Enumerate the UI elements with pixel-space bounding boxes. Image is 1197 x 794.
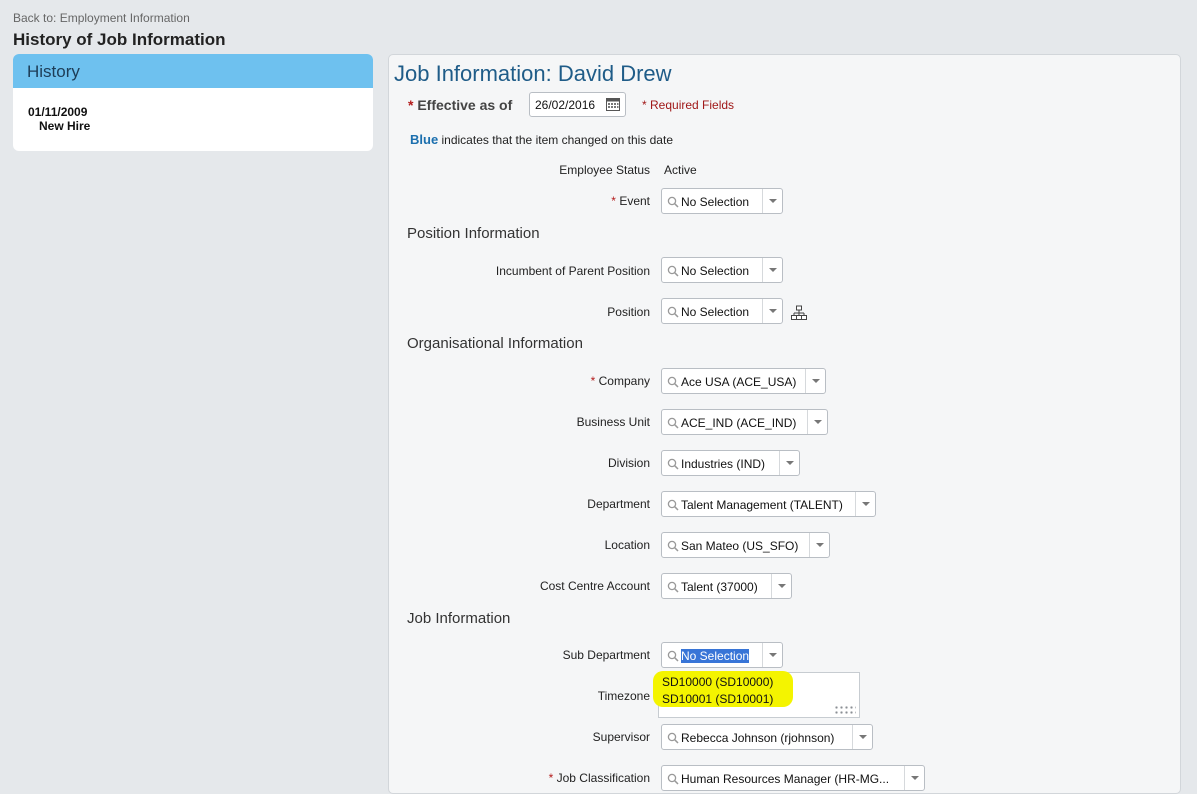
chevron-down-icon[interactable] (762, 189, 782, 213)
effective-date-field[interactable]: 26/02/2016 (529, 92, 626, 117)
event-label: * Event (611, 194, 650, 208)
cost-centre-select[interactable]: Talent (37000) (661, 573, 792, 599)
cost-centre-value: Talent (37000) (681, 580, 758, 594)
org-chart-icon[interactable] (791, 305, 807, 321)
employee-status-value: Active (664, 163, 697, 177)
search-icon (667, 773, 679, 785)
chevron-down-icon[interactable] (807, 410, 827, 434)
division-value: Industries (IND) (681, 457, 766, 471)
search-icon (667, 196, 679, 208)
cost-centre-label: Cost Centre Account (539, 579, 650, 593)
search-icon (667, 306, 679, 318)
sub-department-label: Sub Department (562, 648, 650, 662)
search-icon (667, 581, 679, 593)
incumbent-parent-position-value: No Selection (681, 264, 750, 278)
job-classification-value: Human Resources Manager (HR-MG... (681, 772, 890, 786)
chevron-down-icon[interactable] (904, 766, 924, 790)
chevron-down-icon[interactable] (762, 258, 782, 282)
search-icon (667, 540, 679, 552)
job-information-form: Job Information: David Drew * Effective … (388, 54, 1181, 794)
search-icon (667, 417, 679, 429)
required-fields-note: * Required Fields (642, 98, 735, 112)
event-select[interactable]: No Selection (661, 188, 783, 214)
company-label: * Company (590, 374, 650, 388)
change-indicator-note: Blue indicates that the item changed on … (410, 132, 673, 147)
business-unit-select[interactable]: ACE_IND (ACE_IND) (661, 409, 828, 435)
blue-word: Blue (410, 132, 439, 147)
event-value: No Selection (681, 195, 750, 209)
resize-grip[interactable] (834, 705, 856, 715)
history-panel: History 01/11/2009 New Hire (13, 54, 373, 151)
position-information-heading: Position Information (407, 225, 540, 242)
history-entry-date: 01/11/2009 (28, 105, 88, 119)
chevron-down-icon[interactable] (762, 643, 782, 667)
position-select[interactable]: No Selection (661, 298, 783, 324)
calendar-icon[interactable] (606, 97, 620, 111)
department-select[interactable]: Talent Management (TALENT) (661, 491, 876, 517)
dropdown-option[interactable]: SD10000 (SD10000) (662, 675, 773, 689)
incumbent-parent-position-select[interactable]: No Selection (661, 257, 783, 283)
search-icon (667, 265, 679, 277)
search-icon (667, 499, 679, 511)
search-icon (667, 732, 679, 744)
page-title: History of Job Information (13, 30, 226, 49)
sub-department-select[interactable]: No Selection (661, 642, 783, 668)
history-entry-event: New Hire (39, 119, 91, 133)
job-classification-select[interactable]: Human Resources Manager (HR-MG... (661, 765, 925, 791)
location-value: San Mateo (US_SFO) (681, 539, 799, 553)
search-icon (667, 650, 679, 662)
job-information-heading: Job Information (407, 610, 511, 627)
chevron-down-icon[interactable] (855, 492, 875, 516)
position-value: No Selection (681, 305, 750, 319)
search-icon (667, 376, 679, 388)
back-to-employment-link[interactable]: Back to: Employment Information (13, 11, 190, 25)
chevron-down-icon[interactable] (809, 533, 829, 557)
supervisor-select[interactable]: Rebecca Johnson (rjohnson) (661, 724, 873, 750)
blue-note-text: indicates that the item changed on this … (438, 133, 674, 147)
chevron-down-icon[interactable] (779, 451, 799, 475)
position-label: Position (607, 305, 650, 319)
chevron-down-icon[interactable] (852, 725, 872, 749)
search-icon (667, 458, 679, 470)
sub-department-value[interactable]: No Selection (681, 649, 750, 663)
history-entry[interactable]: 01/11/2009 New Hire (13, 88, 373, 133)
department-value: Talent Management (TALENT) (681, 498, 843, 512)
employee-status-label: Employee Status (559, 163, 650, 177)
dropdown-option[interactable]: SD10001 (SD10001) (662, 692, 773, 706)
company-value: Ace USA (ACE_USA) (681, 375, 797, 389)
supervisor-label: Supervisor (592, 730, 650, 744)
timezone-label: Timezone (597, 689, 650, 703)
form-title: Job Information: David Drew (394, 61, 672, 86)
chevron-down-icon[interactable] (762, 299, 782, 323)
effective-as-of-text: Effective as of (417, 97, 513, 113)
location-label: Location (604, 538, 650, 552)
department-label: Department (587, 497, 650, 511)
supervisor-value: Rebecca Johnson (rjohnson) (681, 731, 835, 745)
location-select[interactable]: San Mateo (US_SFO) (661, 532, 830, 558)
required-star: * (408, 97, 414, 113)
incumbent-parent-position-label: Incumbent of Parent Position (495, 264, 650, 278)
sub-department-dropdown-list[interactable]: SD10000 (SD10000) SD10001 (SD10001) (653, 671, 860, 718)
chevron-down-icon[interactable] (771, 574, 791, 598)
organisational-information-heading: Organisational Information (407, 335, 583, 352)
job-classification-label: * Job Classification (548, 771, 650, 785)
effective-as-of-label: * Effective as of (408, 97, 512, 113)
company-select[interactable]: Ace USA (ACE_USA) (661, 368, 826, 394)
business-unit-label: Business Unit (576, 415, 650, 429)
division-label: Division (607, 456, 650, 470)
effective-date-value: 26/02/2016 (535, 98, 596, 112)
division-select[interactable]: Industries (IND) (661, 450, 800, 476)
business-unit-value: ACE_IND (ACE_IND) (681, 416, 797, 430)
chevron-down-icon[interactable] (805, 369, 825, 393)
history-header: History (13, 54, 373, 88)
